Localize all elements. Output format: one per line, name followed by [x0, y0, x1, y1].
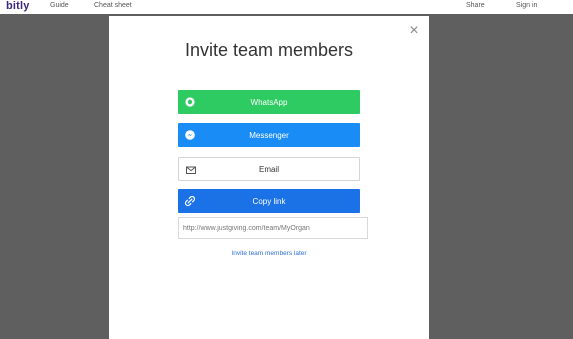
invite-link-field[interactable] [178, 217, 368, 239]
copy-link-label: Copy link [252, 196, 286, 206]
invite-modal: × Invite team members WhatsApp Messenger [109, 16, 429, 339]
nav-item-cheat-sheet[interactable]: Cheat sheet [94, 2, 132, 9]
link-icon [184, 195, 196, 207]
top-navigation-bar: bitly Guide Cheat sheet Share Sign in [0, 0, 573, 14]
messenger-label: Messenger [249, 130, 289, 140]
email-icon [185, 164, 197, 176]
whatsapp-label: WhatsApp [250, 97, 288, 107]
close-icon[interactable]: × [407, 23, 421, 39]
copy-link-button[interactable]: Copy link [178, 189, 360, 213]
messenger-button[interactable]: Messenger [178, 123, 360, 147]
messenger-icon [184, 129, 196, 141]
brand-logo[interactable]: bitly [6, 0, 30, 12]
whatsapp-button[interactable]: WhatsApp [178, 90, 360, 114]
email-label: Email [258, 164, 279, 174]
nav-item-guide[interactable]: Guide [50, 2, 69, 9]
nav-item-sign-in[interactable]: Sign in [516, 2, 537, 9]
nav-item-share[interactable]: Share [466, 2, 485, 9]
modal-title: Invite team members [184, 40, 354, 60]
whatsapp-icon [184, 96, 196, 108]
invite-later-link[interactable]: Invite team members later [109, 250, 429, 257]
email-button[interactable]: Email [178, 157, 360, 181]
